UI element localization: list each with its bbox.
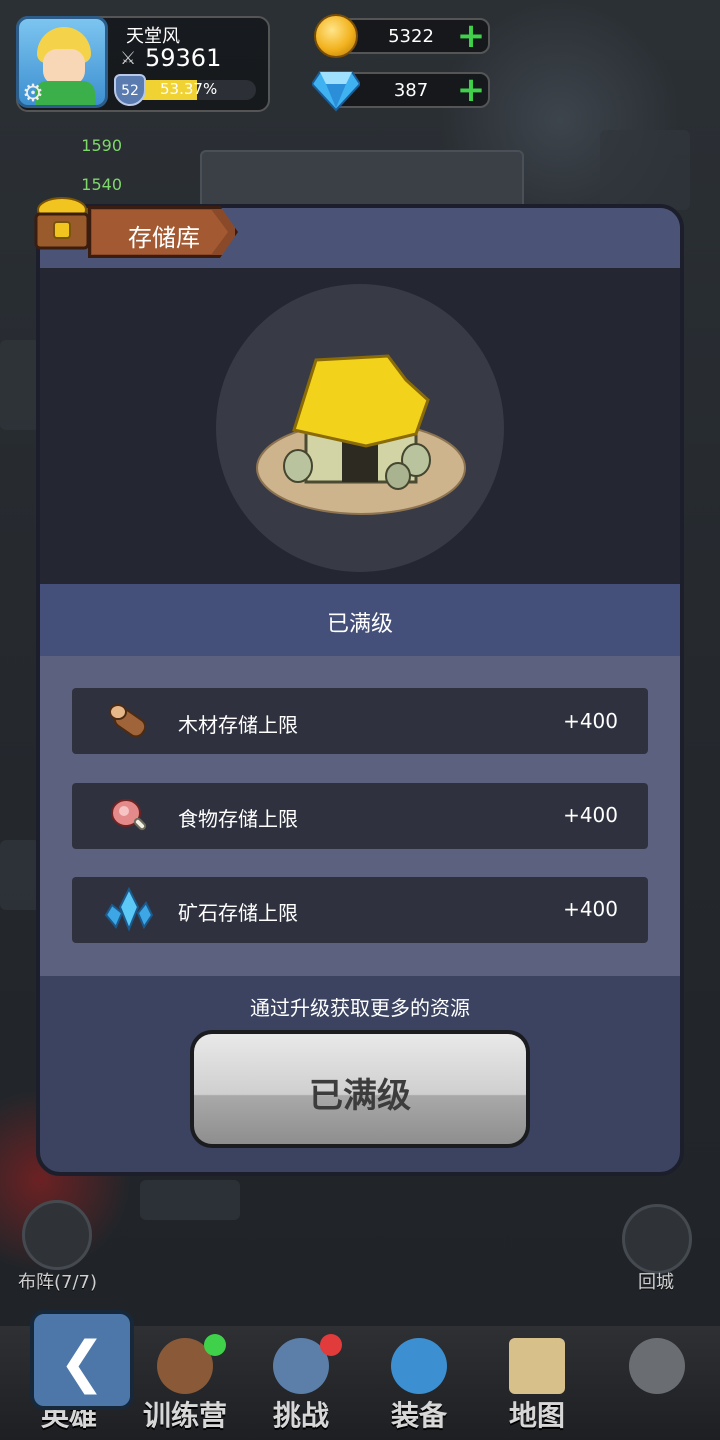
food-storage-value: +400: [563, 803, 618, 827]
level-badge: 52: [114, 74, 146, 106]
side-stat: 1590: [81, 136, 122, 155]
nav-training-camp[interactable]: 训练营: [130, 1334, 240, 1434]
upgrade-hint: 通过升级获取更多的资源: [250, 996, 470, 1020]
background-tile: [0, 340, 40, 430]
settings-gear-icon[interactable]: ⚙: [20, 80, 46, 106]
nav-equipment[interactable]: 装备: [364, 1334, 474, 1434]
background-tile: [0, 840, 40, 910]
diamond-value: 387: [393, 80, 429, 101]
storehouse-building-icon: [256, 354, 466, 515]
panel-title: 存储库: [128, 224, 200, 252]
exp-percent: 53.37%: [160, 80, 218, 98]
map-scroll-icon: [509, 1338, 565, 1394]
background-tile: [140, 1180, 240, 1220]
return-city-button[interactable]: [622, 1204, 692, 1274]
max-level-button-label: 已满级: [309, 1076, 411, 1116]
nav-map-label: 地图: [508, 1399, 565, 1432]
task-board-icon[interactable]: [600, 130, 690, 210]
ore-storage-label: 矿石存储上限: [178, 901, 298, 925]
wood-storage-value: +400: [563, 709, 618, 733]
combat-power: 59361: [145, 44, 222, 72]
nav-locked[interactable]: [602, 1334, 712, 1434]
max-level-button[interactable]: 已满级: [190, 1030, 530, 1148]
nav-map[interactable]: 地图: [482, 1334, 592, 1434]
wood-storage-label: 木材存储上限: [178, 713, 298, 737]
wood-log-icon: [109, 704, 147, 738]
add-gold-button[interactable]: +: [456, 19, 486, 53]
crystal-ore-icon: [104, 886, 154, 932]
lock-icon: [629, 1338, 685, 1394]
formation-label: 布阵(7/7): [18, 1272, 98, 1293]
red-dot-icon: [320, 1334, 342, 1356]
max-level-label: 已满级: [326, 612, 393, 637]
back-arrow-icon: ❮: [58, 1330, 106, 1395]
nav-equipment-label: 装备: [390, 1399, 447, 1432]
diamond-icon: [312, 71, 360, 112]
formation-button[interactable]: [22, 1200, 92, 1270]
back-button[interactable]: ❮: [30, 1310, 134, 1410]
add-diamond-button[interactable]: +: [456, 73, 486, 107]
nav-challenge[interactable]: 挑战: [246, 1334, 356, 1434]
nav-training-label: 训练营: [142, 1399, 227, 1432]
treasure-chest-icon: [34, 197, 90, 250]
gold-value: 5322: [388, 26, 434, 47]
gold-coin-icon: [314, 14, 358, 58]
upgrade-arrow-icon: [204, 1334, 226, 1356]
crossed-swords-icon: ⚔: [120, 48, 137, 69]
meat-icon: [111, 799, 147, 831]
food-storage-label: 食物存储上限: [178, 807, 298, 831]
return-city-label: 回城: [638, 1272, 674, 1293]
ore-storage-value: +400: [563, 897, 618, 921]
armor-icon: [391, 1338, 447, 1394]
nav-challenge-label: 挑战: [272, 1399, 329, 1432]
